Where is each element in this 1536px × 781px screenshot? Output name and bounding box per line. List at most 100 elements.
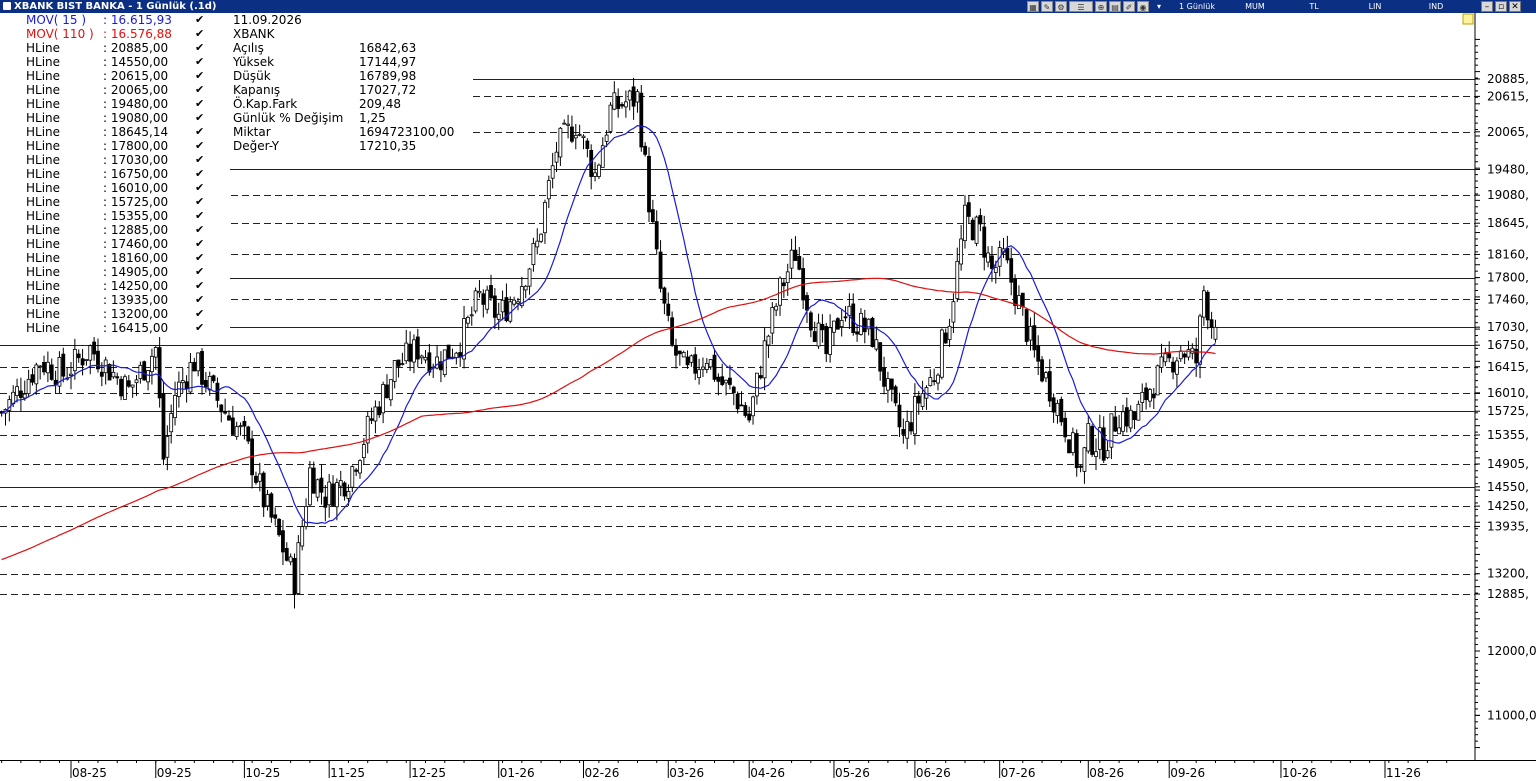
hline-visibility-check-icon[interactable]: ✔ [195,237,204,251]
candle-body [939,329,944,378]
info-field-value: 17027,72 [359,83,417,97]
hline-value: : 17030,00 [103,153,169,167]
hline-visibility-check-icon[interactable]: ✔ [195,83,204,97]
candle-body [277,518,281,536]
hline-visibility-check-icon[interactable]: ✔ [195,181,204,195]
indicator-name: MOV( 110 ) [26,27,94,41]
settings-icon[interactable]: ☰ [1069,1,1093,12]
hline-value: : 15725,00 [103,195,169,209]
hline-visibility-check-icon[interactable]: ✔ [195,307,204,321]
candle-body [789,249,794,269]
hline-name: HLine [26,265,61,279]
candle-body [1155,365,1160,396]
candle-body [477,290,482,294]
info-field-label: Değer-Y [233,139,280,153]
time-axis-label: 11-25 [330,766,365,780]
candle-body [184,381,189,390]
candle-body [115,376,120,379]
hline-visibility-check-icon[interactable]: ✔ [195,153,204,167]
candle-body [893,386,898,404]
candle-body [1151,393,1156,399]
close-button[interactable]: ✕ [1509,1,1521,12]
candle-body [677,350,682,355]
candle-body [797,255,802,270]
price-axis-label: 17030, [1487,320,1529,334]
dropdown-icon[interactable]: ▾ [1153,1,1165,12]
candle-body [327,481,332,506]
candle-body [647,155,651,213]
price-axis-label: 17800, [1487,271,1529,285]
candle-body [292,557,297,596]
chart-style-button[interactable]: MUM [1238,1,1272,12]
hline-name: HLine [26,125,61,139]
candle-body [408,343,412,362]
hline-visibility-check-icon[interactable]: ✔ [195,279,204,293]
candle-body [1101,427,1106,461]
price-chart[interactable]: 20885, 20615, 20065, 19480, 19080, 18645, 1816… [0,0,1536,781]
zoom-icon[interactable]: ⊕ [1095,1,1107,12]
draw-icon[interactable]: ✎ [1041,1,1053,12]
candle-body [161,393,166,460]
hline-visibility-check-icon[interactable]: ✔ [195,111,204,125]
candle-body [165,436,170,458]
candle-body [735,393,740,410]
panel-marker-icon[interactable] [1462,13,1474,25]
candle-body [728,377,732,385]
indicator-visibility-check-icon[interactable]: ✔ [195,13,204,27]
candle-body [581,135,586,139]
hline-visibility-check-icon[interactable]: ✔ [195,167,204,181]
candle-body [1117,427,1122,435]
table-icon[interactable]: ▤ [1109,1,1121,12]
hline-visibility-check-icon[interactable]: ✔ [195,223,204,237]
time-axis-label: 10-26 [1282,766,1317,780]
currency-button[interactable]: TL [1302,1,1326,12]
candle-body [1171,361,1175,373]
hline-visibility-check-icon[interactable]: ✔ [195,55,204,69]
candle-body [1044,372,1048,379]
candle-body [1182,353,1187,358]
hline-visibility-check-icon[interactable]: ✔ [195,209,204,223]
hline-visibility-check-icon[interactable]: ✔ [195,41,204,55]
candle-body [350,466,355,488]
candle-body [76,353,81,359]
candle-body [812,331,817,343]
candle-body [1144,387,1148,401]
candle-body [311,467,316,494]
minimize-button[interactable]: – [1481,1,1493,12]
hline-value: : 20615,00 [103,69,169,83]
hline-visibility-check-icon[interactable]: ✔ [195,251,204,265]
hline-visibility-check-icon[interactable]: ✔ [195,293,204,307]
hline-visibility-check-icon[interactable]: ✔ [195,125,204,139]
restore-button[interactable]: ▫ [1495,1,1507,12]
period-button[interactable]: 1 Günlük [1172,1,1222,12]
indicator-value: : 16.576,88 [103,27,172,41]
tools-icon[interactable]: ⚙ [1055,1,1067,12]
candle-body [219,404,224,413]
candle-body [531,243,536,266]
candle-body [308,467,312,506]
hline-visibility-check-icon[interactable]: ✔ [195,321,204,335]
pencil-icon[interactable]: ✐ [1123,1,1135,12]
hline-visibility-check-icon[interactable]: ✔ [195,69,204,83]
hline-visibility-check-icon[interactable]: ✔ [195,265,204,279]
candle-body [496,313,501,320]
price-axis-label: 15355, [1487,428,1529,442]
candle-body [1213,326,1218,340]
hline-name: HLine [26,293,61,307]
candle-body [1140,391,1145,403]
grid-icon[interactable]: ▦ [1027,1,1039,12]
scale-button[interactable]: LIN [1362,1,1388,12]
candle-body [1124,407,1129,427]
price-axis-label: 20885, [1487,72,1529,86]
candle-body [300,526,305,547]
candle-body [862,317,867,333]
hline-visibility-check-icon[interactable]: ✔ [195,97,204,111]
candle-body [230,417,235,435]
color-icon[interactable]: ◉ [1137,1,1149,12]
candle-body [689,355,694,363]
hline-visibility-check-icon[interactable]: ✔ [195,195,204,209]
candle-body [269,493,274,518]
indicator-visibility-check-icon[interactable]: ✔ [195,27,204,41]
hline-visibility-check-icon[interactable]: ✔ [195,139,204,153]
indicator-button[interactable]: IND [1423,1,1449,12]
